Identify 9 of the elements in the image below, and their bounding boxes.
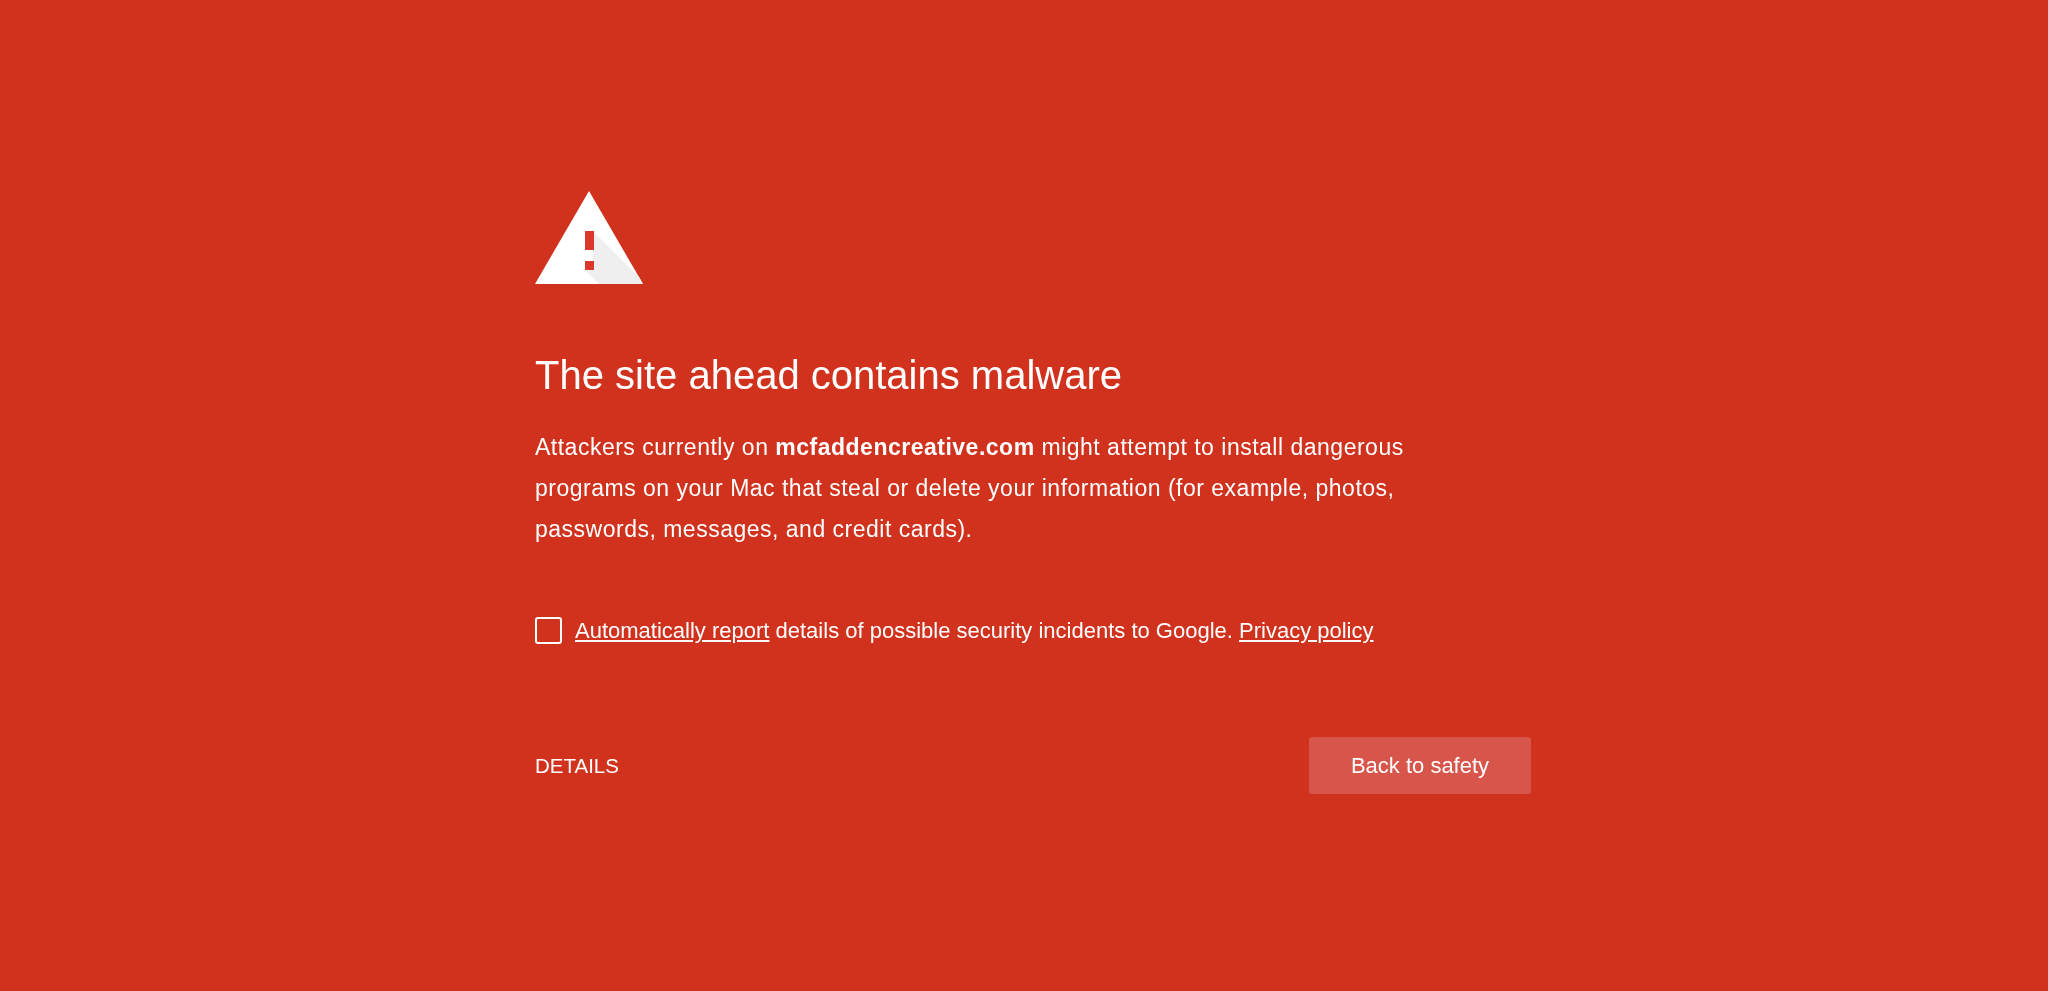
details-button[interactable]: DETAILS	[535, 753, 619, 778]
warning-icon	[535, 191, 643, 284]
warning-message: Attackers currently on mcfaddencreative.com might attempt to install dangerous programs on your Mac that steal or delete your information (for example, photos, passwords, messages, and credit cards).	[535, 433, 1405, 544]
privacy-policy-link[interactable]: Privacy policy	[1239, 618, 1374, 643]
report-checkbox[interactable]	[535, 617, 562, 644]
back-to-safety-button[interactable]: Back to safety	[1309, 737, 1531, 794]
page-heading: The site ahead contains malware	[535, 352, 1122, 398]
report-consent-text: Automatically report details of possible security incidents to Google. Privacy policy	[575, 617, 1374, 644]
automatic-report-link[interactable]: Automatically report	[575, 618, 770, 643]
